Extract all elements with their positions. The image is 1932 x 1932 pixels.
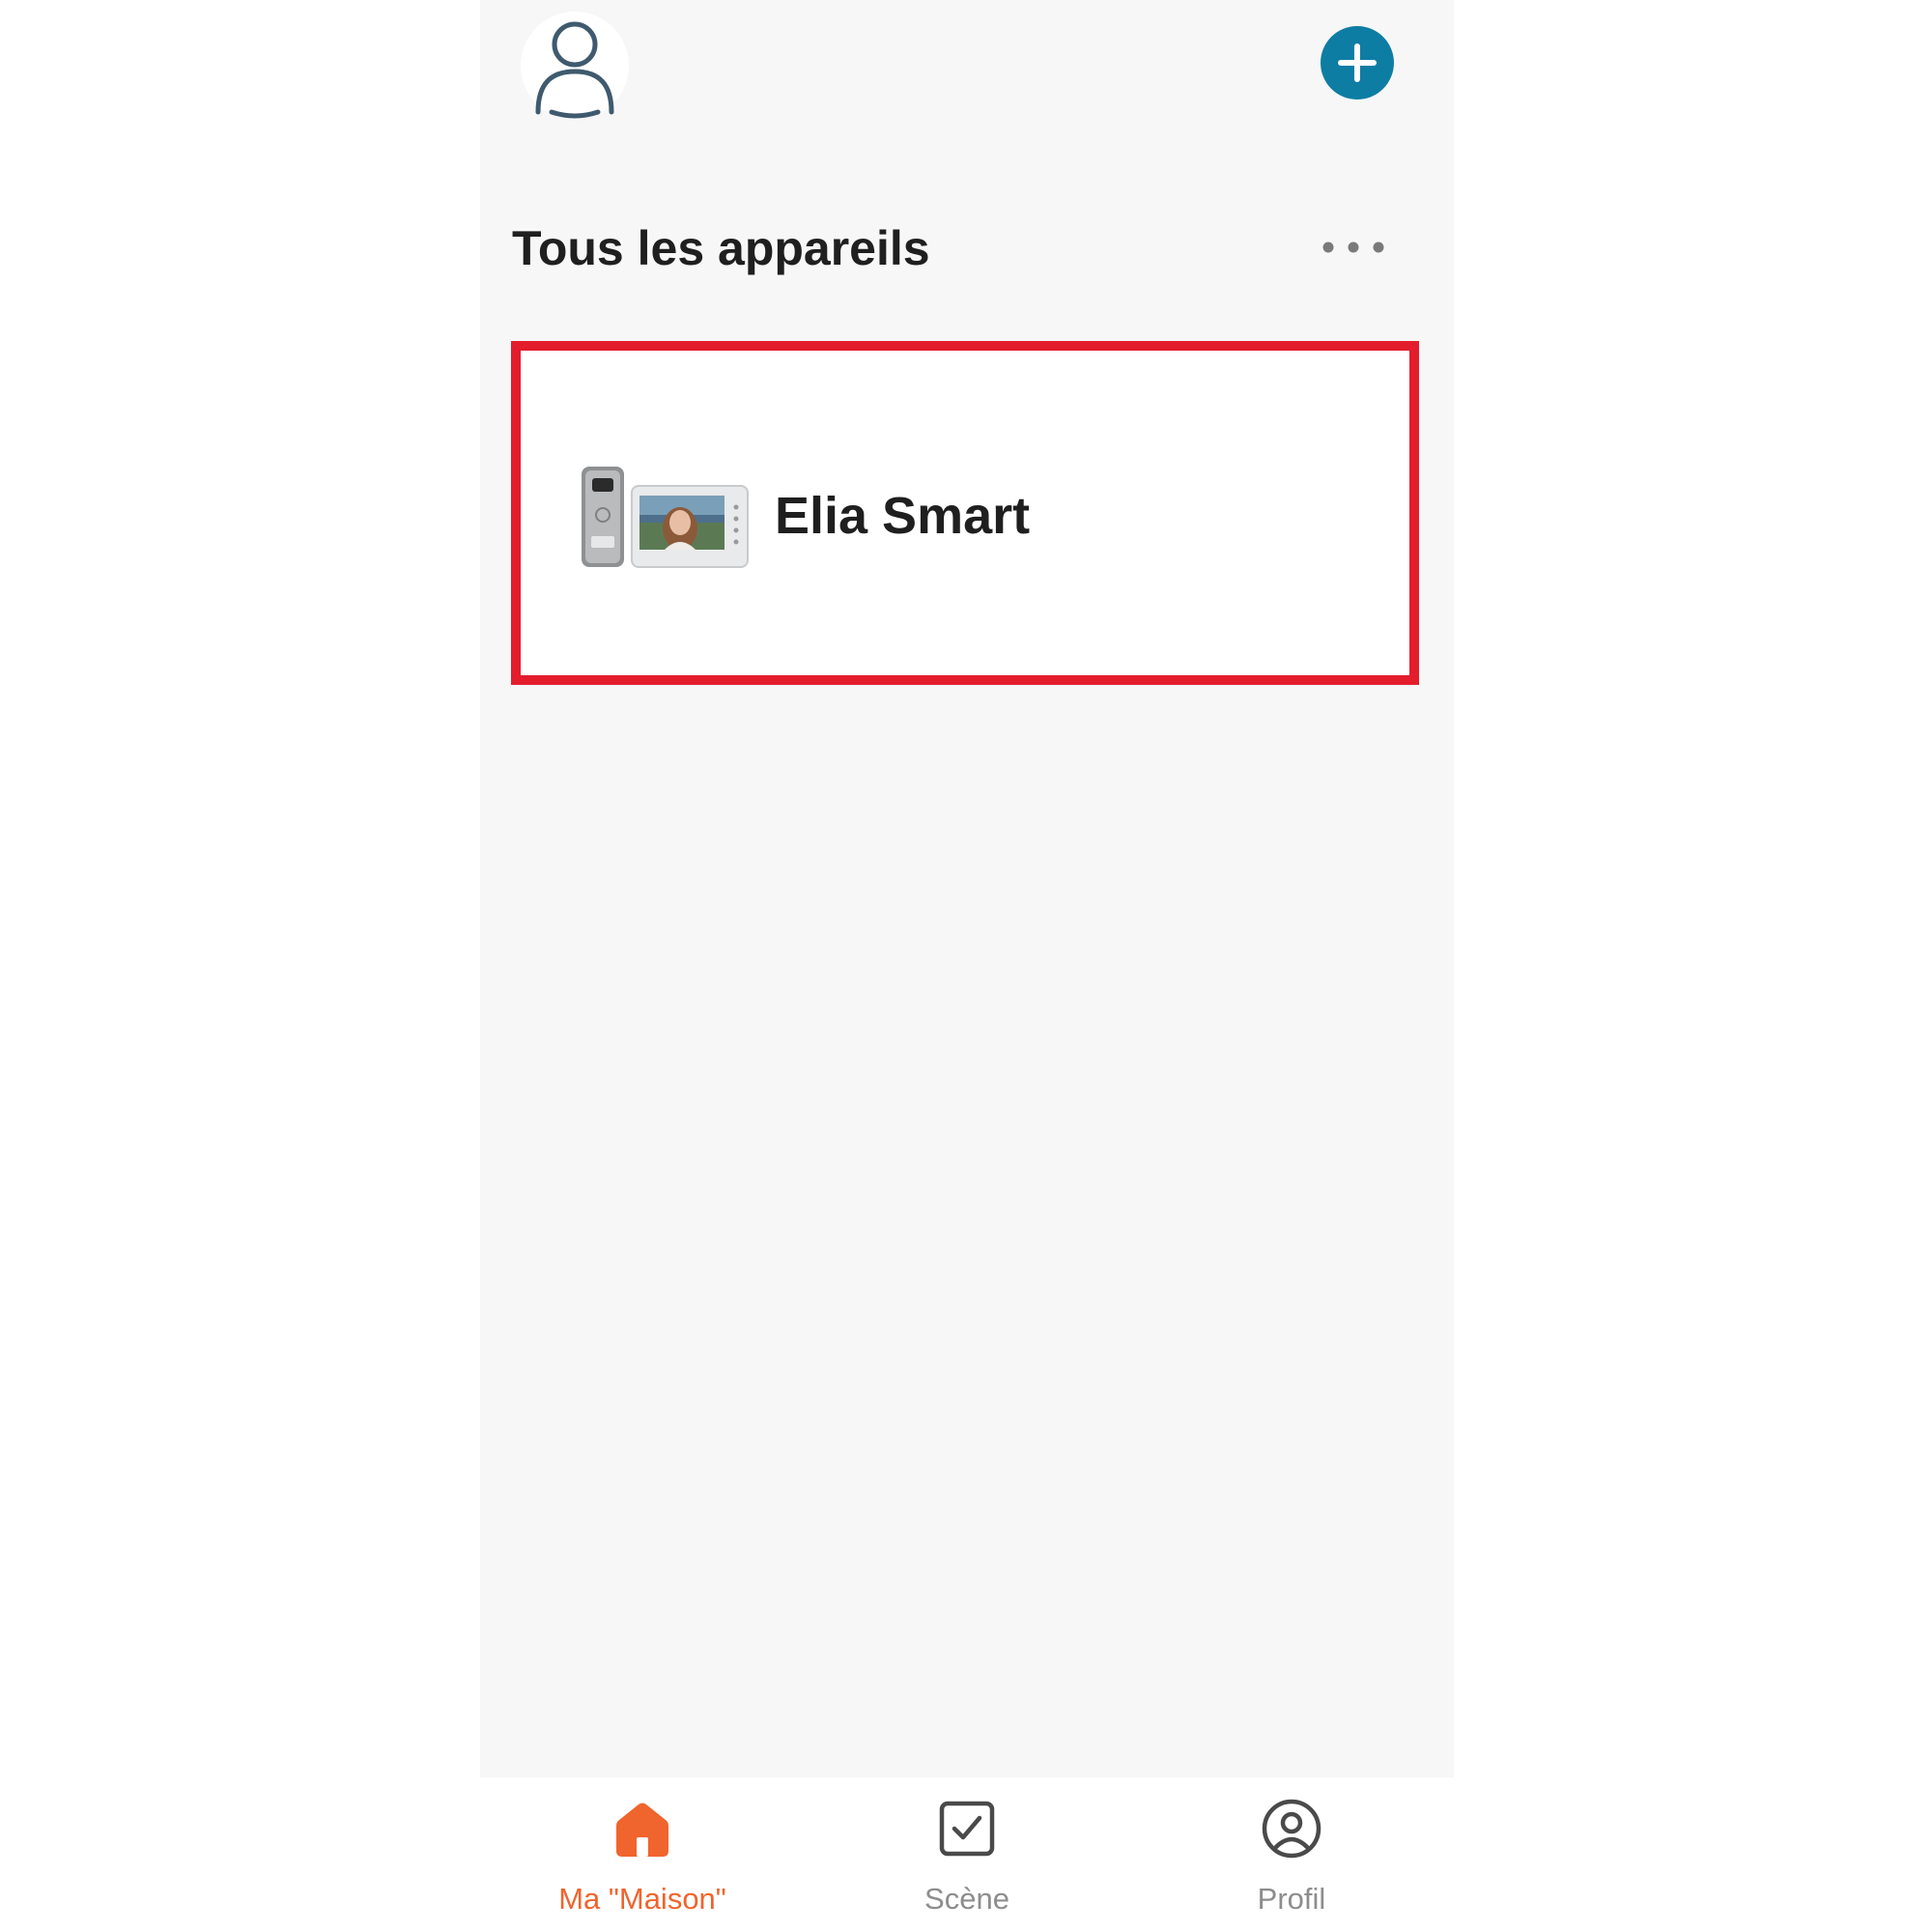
tab-scene[interactable]: Scène [805, 1777, 1129, 1932]
user-outline-icon [535, 21, 614, 119]
video-intercom-kit-image [582, 467, 749, 568]
ellipsis-icon [1322, 242, 1384, 253]
home-icon [611, 1797, 674, 1861]
tab-ma-maison[interactable]: Ma "Maison" [480, 1777, 805, 1932]
add-device-button[interactable] [1321, 26, 1394, 99]
more-options-button[interactable] [1317, 226, 1390, 269]
tab-profil[interactable]: Profil [1129, 1777, 1454, 1932]
tab-label: Scène [924, 1882, 1009, 1916]
device-thumbnail [576, 465, 750, 571]
device-name: Elia Smart [775, 487, 1031, 545]
device-card[interactable]: Elia Smart [511, 341, 1419, 685]
tab-label: Profil [1257, 1882, 1326, 1916]
app-screen: Tous les appareils Elia Smart Ma "Maison… [480, 0, 1454, 1932]
tab-label: Ma "Maison" [558, 1882, 726, 1916]
checkbox-icon [935, 1797, 999, 1861]
plus-circle-icon [1321, 26, 1394, 99]
user-avatar[interactable] [521, 12, 629, 120]
bottom-tab-bar: Ma "Maison" Scène Profil [480, 1777, 1454, 1932]
section-title: Tous les appareils [512, 221, 930, 275]
user-circle-icon [1260, 1797, 1323, 1861]
